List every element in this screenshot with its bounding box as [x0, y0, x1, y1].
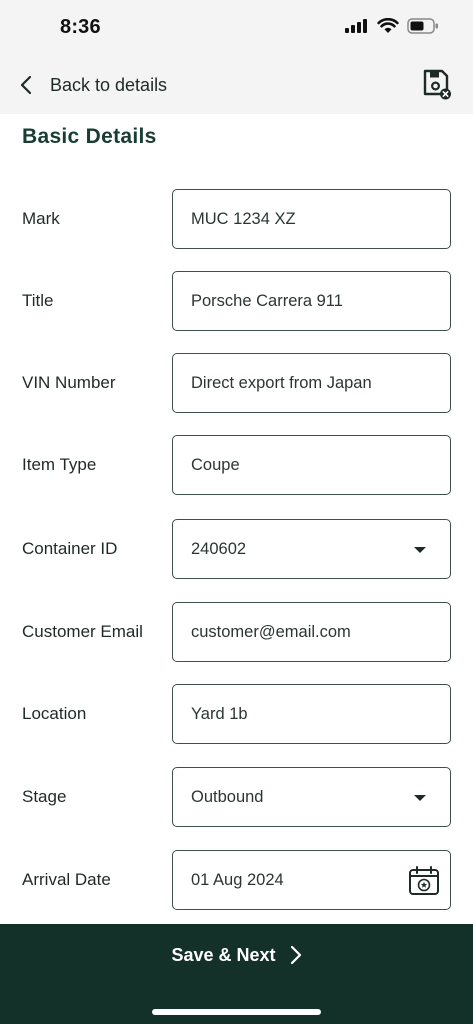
field-value: MUC 1234 XZ — [191, 209, 296, 228]
form-row-item-type: Item Type Coupe — [0, 435, 473, 495]
nav-bar: Back to details — [0, 56, 473, 114]
status-bar: 8:36 — [0, 0, 473, 56]
chevron-right-icon — [290, 945, 301, 965]
status-time: 8:36 — [60, 16, 101, 38]
save-draft-button[interactable] — [421, 68, 453, 100]
field-value: customer@email.com — [191, 622, 351, 641]
location-input[interactable]: Yard 1b — [172, 684, 451, 744]
footer-bar: Save & Next — [0, 924, 473, 1024]
form-row-location: Location Yard 1b — [0, 684, 473, 744]
field-value: 240602 — [191, 539, 247, 558]
field-value: 01 Aug 2024 — [191, 870, 284, 889]
field-label: Location — [22, 704, 87, 723]
form-row-container-id: Container ID 240602 — [0, 519, 473, 579]
field-label: Stage — [22, 787, 67, 806]
customer-email-input[interactable]: customer@email.com — [172, 602, 451, 662]
back-button[interactable]: Back to details — [20, 68, 167, 102]
status-icons — [345, 18, 439, 34]
field-label: Container ID — [22, 539, 118, 558]
field-value: Yard 1b — [191, 704, 248, 723]
save-next-label: Save & Next — [171, 944, 276, 965]
item-type-input[interactable]: Coupe — [172, 435, 451, 495]
field-label: Title — [22, 291, 54, 310]
save-next-button[interactable]: Save & Next — [0, 940, 473, 970]
field-label: Item Type — [22, 455, 97, 474]
field-label: Customer Email — [22, 622, 143, 641]
back-label: Back to details — [50, 74, 168, 95]
arrival-date-input[interactable]: 01 Aug 2024 — [172, 850, 451, 910]
form-row-vin: VIN Number Direct export from Japan — [0, 353, 473, 413]
form-row-customer-email: Customer Email customer@email.com — [0, 602, 473, 662]
form-row-mark: Mark MUC 1234 XZ — [0, 189, 473, 249]
section-title: Basic Details — [22, 125, 157, 148]
chevron-left-icon — [20, 75, 32, 95]
caret-down-icon — [414, 795, 426, 801]
field-value: Direct export from Japan — [191, 373, 372, 392]
field-label: Arrival Date — [22, 870, 111, 889]
floppy-disk-icon — [423, 69, 451, 100]
battery-icon — [407, 18, 438, 34]
form-row-arrival-date: Arrival Date 01 Aug 2024 — [0, 850, 473, 910]
field-value: Outbound — [191, 787, 264, 806]
form-row-title: Title Porsche Carrera 911 — [0, 271, 473, 331]
field-value: Coupe — [191, 455, 240, 474]
cellular-signal-icon — [345, 19, 367, 33]
form-row-stage: Stage Outbound — [0, 767, 473, 827]
field-label: Mark — [22, 209, 60, 228]
wifi-icon — [377, 18, 399, 33]
home-indicator — [152, 1009, 321, 1015]
caret-down-icon — [414, 547, 426, 553]
title-input[interactable]: Porsche Carrera 911 — [172, 271, 451, 331]
calendar-icon[interactable] — [408, 865, 440, 897]
field-value: Porsche Carrera 911 — [191, 291, 343, 310]
field-label: VIN Number — [22, 373, 116, 392]
stage-select[interactable]: Outbound — [172, 767, 451, 827]
container-id-select[interactable]: 240602 — [172, 519, 451, 579]
vin-number-input[interactable]: Direct export from Japan — [172, 353, 451, 413]
mark-input[interactable]: MUC 1234 XZ — [172, 189, 451, 249]
